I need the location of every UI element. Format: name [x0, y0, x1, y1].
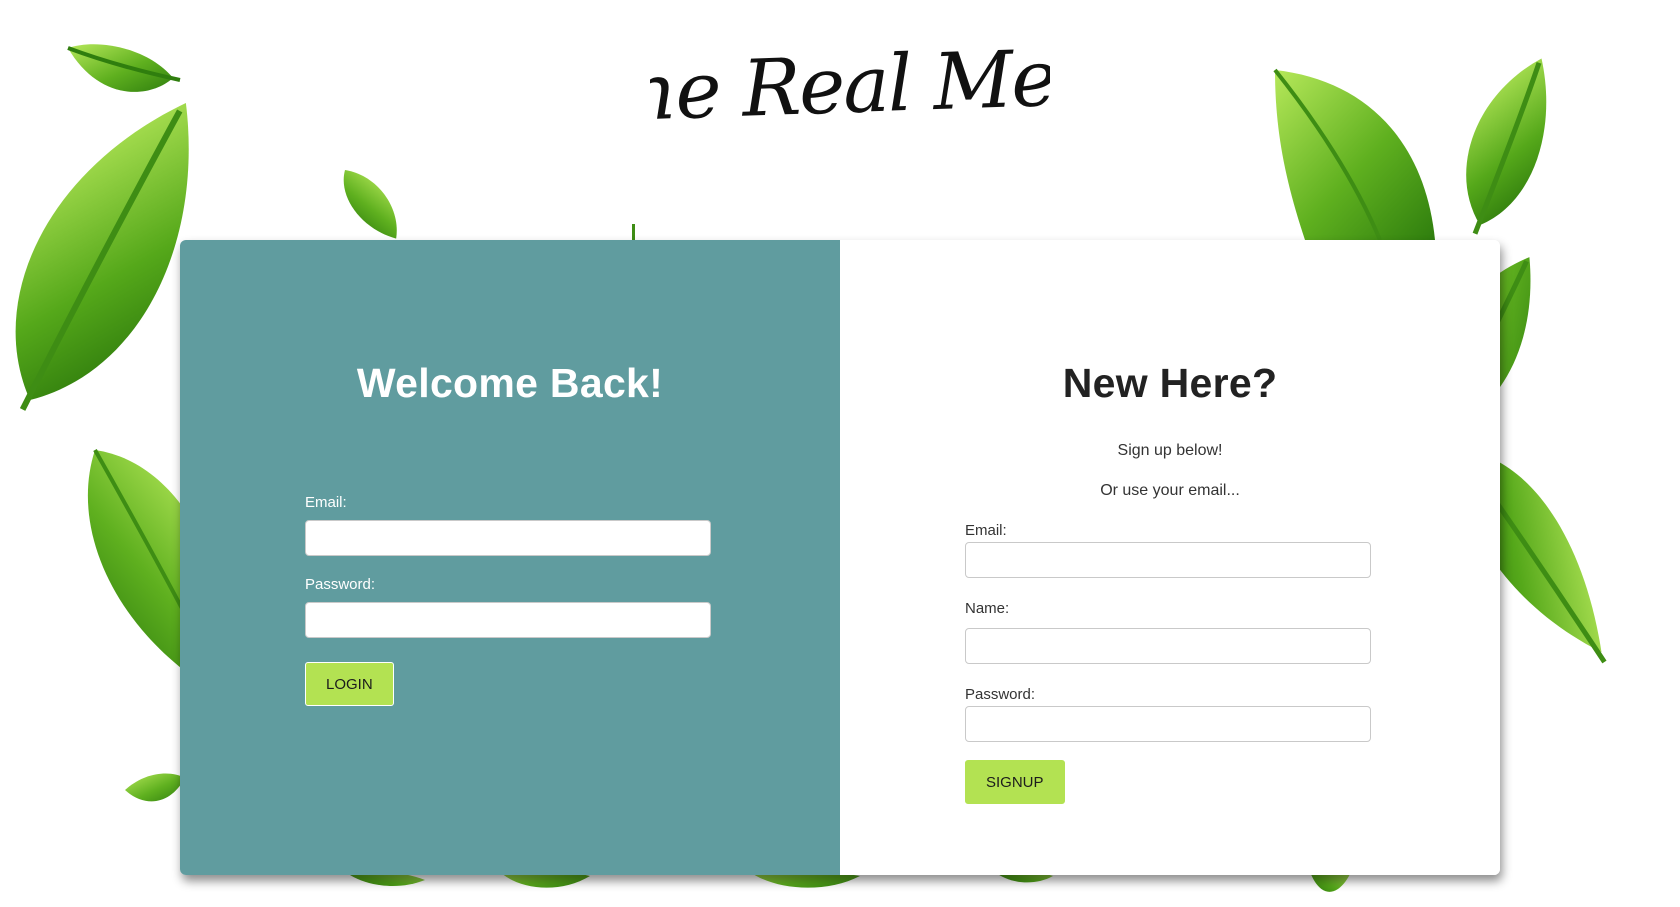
leaf-icon [67, 44, 181, 92]
signup-heading: New Here? [1062, 360, 1278, 406]
leaf-icon [343, 170, 397, 239]
signup-password-label: Password: [965, 686, 1036, 703]
login-password-label: Password: [305, 576, 376, 593]
brand-logo: The Real Meal [650, 32, 1050, 141]
page-stage: The Real Meal Welcome Back! Email: Passw… [0, 0, 1680, 907]
signup-name-input[interactable] [965, 628, 1371, 664]
login-email-label: Email: [305, 494, 347, 511]
brand-logo-text: The Real Meal [650, 32, 1050, 141]
signup-password-input[interactable] [965, 706, 1371, 742]
login-panel: Welcome Back! Email: Password: LOGIN [180, 240, 840, 875]
auth-card: Welcome Back! Email: Password: LOGIN New… [180, 240, 1500, 875]
signup-hint: Or use your email... [1100, 482, 1240, 499]
login-email-input[interactable] [305, 520, 711, 556]
signup-panel: New Here? Sign up below! Or use your ema… [840, 240, 1500, 875]
login-password-input[interactable] [305, 602, 711, 638]
stem-decoration [632, 224, 635, 240]
signup-button[interactable]: SIGNUP [965, 760, 1065, 804]
signup-email-input[interactable] [965, 542, 1371, 578]
leaf-icon [1273, 68, 1435, 241]
leaf-icon [125, 773, 185, 802]
login-button[interactable]: LOGIN [305, 662, 394, 706]
signup-email-label: Email: [965, 522, 1007, 539]
signup-subtitle: Sign up below! [1117, 442, 1223, 459]
signup-name-label: Name: [965, 600, 1010, 617]
login-heading: Welcome Back! [356, 360, 664, 406]
leaf-icon [1466, 58, 1547, 235]
